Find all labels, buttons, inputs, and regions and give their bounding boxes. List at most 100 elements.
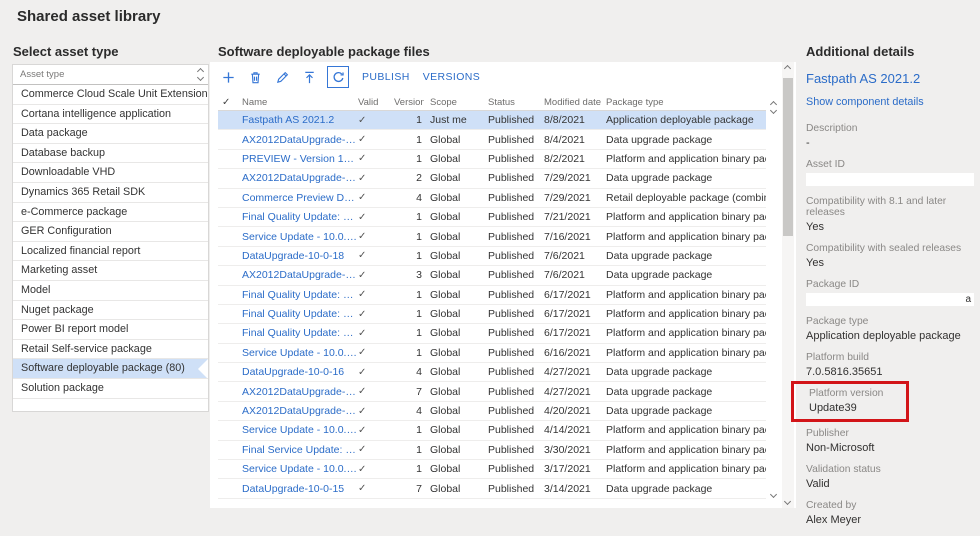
grid-scroll-chevrons[interactable] [771,102,776,113]
package-name-link[interactable]: AX2012DataUpgrade-10. ... [242,386,358,398]
asset-type-item[interactable]: Localized financial report [13,242,208,262]
asset-type-item[interactable]: GER Configuration [13,222,208,242]
package-type-cell: Data upgrade package [606,366,766,378]
modified-date-cell: 4/27/2021 [544,386,606,398]
modified-date-cell: 8/4/2021 [544,134,606,146]
edit-button[interactable] [273,68,291,86]
asset-type-item[interactable]: Cortana intelligence application [13,105,208,125]
column-header-status[interactable]: Status [488,97,544,108]
package-name-link[interactable]: Final Quality Update: 10.0... [242,211,358,223]
table-row[interactable]: Final Quality Update: 10.0... ✓ 1 Global… [218,286,766,305]
asset-type-item[interactable]: Power BI report model [13,320,208,340]
asset-type-item[interactable]: Retail Self-service package [13,340,208,360]
scrollbar-down-arrow[interactable] [784,498,791,505]
asset-type-item[interactable]: Solution package [13,379,208,399]
table-row[interactable]: Service Update - 10.0.17 ✓ 1 Global Publ… [218,460,766,479]
scrollbar-up-arrow[interactable] [784,65,791,72]
scrollbar-thumb[interactable] [783,78,793,236]
refresh-button[interactable] [327,66,349,88]
delete-button[interactable] [246,68,264,86]
package-name-link[interactable]: DataUpgrade-10-0-16 [242,366,358,378]
table-row[interactable]: Final Service Update: 10.0.... ✓ 1 Globa… [218,441,766,460]
table-row[interactable]: AX2012DataUpgrade-10. ... ✓ 7 Global Pub… [218,382,766,401]
table-row[interactable]: Service Update - 10.0.19 ✓ 1 Global Publ… [218,344,766,363]
table-row[interactable]: Final Quality Update: 10.0... ✓ 1 Global… [218,208,766,227]
table-row[interactable]: DataUpgrade-10-0-18 ✓ 1 Global Published… [218,247,766,266]
package-name-link[interactable]: Commerce Preview Demo ... [242,192,358,204]
status-cell: Published [488,405,544,417]
asset-type-item[interactable]: Marketing asset [13,261,208,281]
chevron-down-icon[interactable] [770,107,777,114]
asset-type-item[interactable]: Database backup [13,144,208,164]
asset-type-item[interactable]: Commerce Cloud Scale Unit Extension [13,85,208,105]
version-cell: 3 [394,269,424,281]
table-row[interactable]: Fastpath AS 2021.2 ✓ 1 Just me Published… [218,111,766,130]
table-row[interactable]: Final Quality Update: 10.0... ✓ 1 Global… [218,305,766,324]
version-cell: 7 [394,483,424,495]
modified-date-cell: 6/17/2021 [544,327,606,339]
scope-cell: Global [424,405,488,417]
table-row[interactable]: AX2012DataUpgrade-10. ... ✓ 4 Global Pub… [218,402,766,421]
column-header-valid[interactable]: Valid [358,97,394,108]
package-name-link[interactable]: Service Update - 10.0.20 [242,231,358,243]
package-name-link[interactable]: Service Update - 10.0.18 [242,424,358,436]
column-header-package-type[interactable]: Package type [606,97,766,108]
detail-field-value: Alex Meyer [806,514,976,526]
status-cell: Published [488,231,544,243]
select-all-checkmark[interactable]: ✓ [218,97,242,108]
package-name-link[interactable]: AX2012DataUpgrade-10. ... [242,172,358,184]
table-row[interactable]: Service Update - 10.0.20 ✓ 1 Global Publ… [218,227,766,246]
table-row[interactable]: AX2012DataUpgrade-10. ... ✓ 2 Global Pub… [218,169,766,188]
package-name-link[interactable]: AX2012DataUpgrade-10. ... [242,269,358,281]
package-name-link[interactable]: Final Quality Update: 10.0... [242,289,358,301]
add-button[interactable] [219,68,237,86]
package-name-link[interactable]: Final Quality Update: 10.0... [242,327,358,339]
versions-button[interactable]: VERSIONS [423,71,480,83]
column-header-version[interactable]: Version [394,97,424,108]
asset-type-item[interactable]: Model [13,281,208,301]
package-name-link[interactable]: Final Service Update: 10.0.... [242,444,358,456]
asset-type-item[interactable]: Software deployable package (80) [13,359,208,379]
table-row[interactable]: AX2012DataUpgrade-10-... ✓ 1 Global Publ… [218,130,766,149]
modified-date-cell: 7/6/2021 [544,269,606,281]
chevron-down-icon[interactable] [770,491,777,498]
asset-type-item[interactable]: Dynamics 365 Retail SDK [13,183,208,203]
package-name-link[interactable]: AX2012DataUpgrade-10-... [242,134,358,146]
column-header-name[interactable]: Name [242,97,358,108]
package-name-link[interactable]: DataUpgrade-10-0-18 [242,250,358,262]
table-row[interactable]: Final Quality Update: 10.0... ✓ 1 Global… [218,324,766,343]
version-cell: 1 [394,308,424,320]
selected-asset-title-link[interactable]: Fastpath AS 2021.2 [806,71,976,86]
publish-button[interactable]: PUBLISH [362,71,410,83]
table-row[interactable]: Service Update - 10.0.18 ✓ 1 Global Publ… [218,421,766,440]
package-name-link[interactable]: Service Update - 10.0.19 [242,347,358,359]
table-row[interactable]: DataUpgrade-10-0-16 ✓ 4 Global Published… [218,363,766,382]
asset-type-item[interactable]: Data package [13,124,208,144]
chevron-down-icon[interactable] [197,74,204,81]
refresh-icon [331,70,346,85]
table-row[interactable]: AX2012DataUpgrade-10. ... ✓ 3 Global Pub… [218,266,766,285]
package-name-link[interactable]: DataUpgrade-10-0-15 [242,483,358,495]
package-name-link[interactable]: Fastpath AS 2021.2 [242,114,358,126]
show-component-details-link[interactable]: Show component details [806,96,976,108]
package-name-link[interactable]: Final Quality Update: 10.0... [242,308,358,320]
package-name-link[interactable]: PREVIEW - Version 10.0.21 [242,153,358,165]
files-table-body: Fastpath AS 2021.2 ✓ 1 Just me Published… [218,111,766,499]
package-name-link[interactable]: Service Update - 10.0.17 [242,463,358,475]
detail-field-value: Non-Microsoft [806,442,976,454]
asset-type-item[interactable]: Downloadable VHD [13,163,208,183]
asset-type-column-header[interactable]: Asset type [13,65,208,85]
table-row[interactable]: PREVIEW - Version 10.0.21 ✓ 1 Global Pub… [218,150,766,169]
column-header-modified-date[interactable]: Modified date [544,97,606,108]
table-row[interactable]: Commerce Preview Demo ... ✓ 4 Global Pub… [218,189,766,208]
asset-type-item[interactable]: e-Commerce package [13,203,208,223]
asset-type-item[interactable]: Nuget package [13,301,208,321]
vertical-scrollbar[interactable] [782,62,794,508]
asset-type-scroll-chevrons[interactable] [198,69,203,80]
upload-button[interactable] [300,68,318,86]
table-row[interactable]: DataUpgrade-10-0-15 ✓ 7 Global Published… [218,479,766,498]
grid-scroll-down[interactable] [771,484,776,502]
column-header-scope[interactable]: Scope [424,97,488,108]
package-name-link[interactable]: AX2012DataUpgrade-10. ... [242,405,358,417]
detail-field: Package type Application deployable pack… [806,316,976,342]
